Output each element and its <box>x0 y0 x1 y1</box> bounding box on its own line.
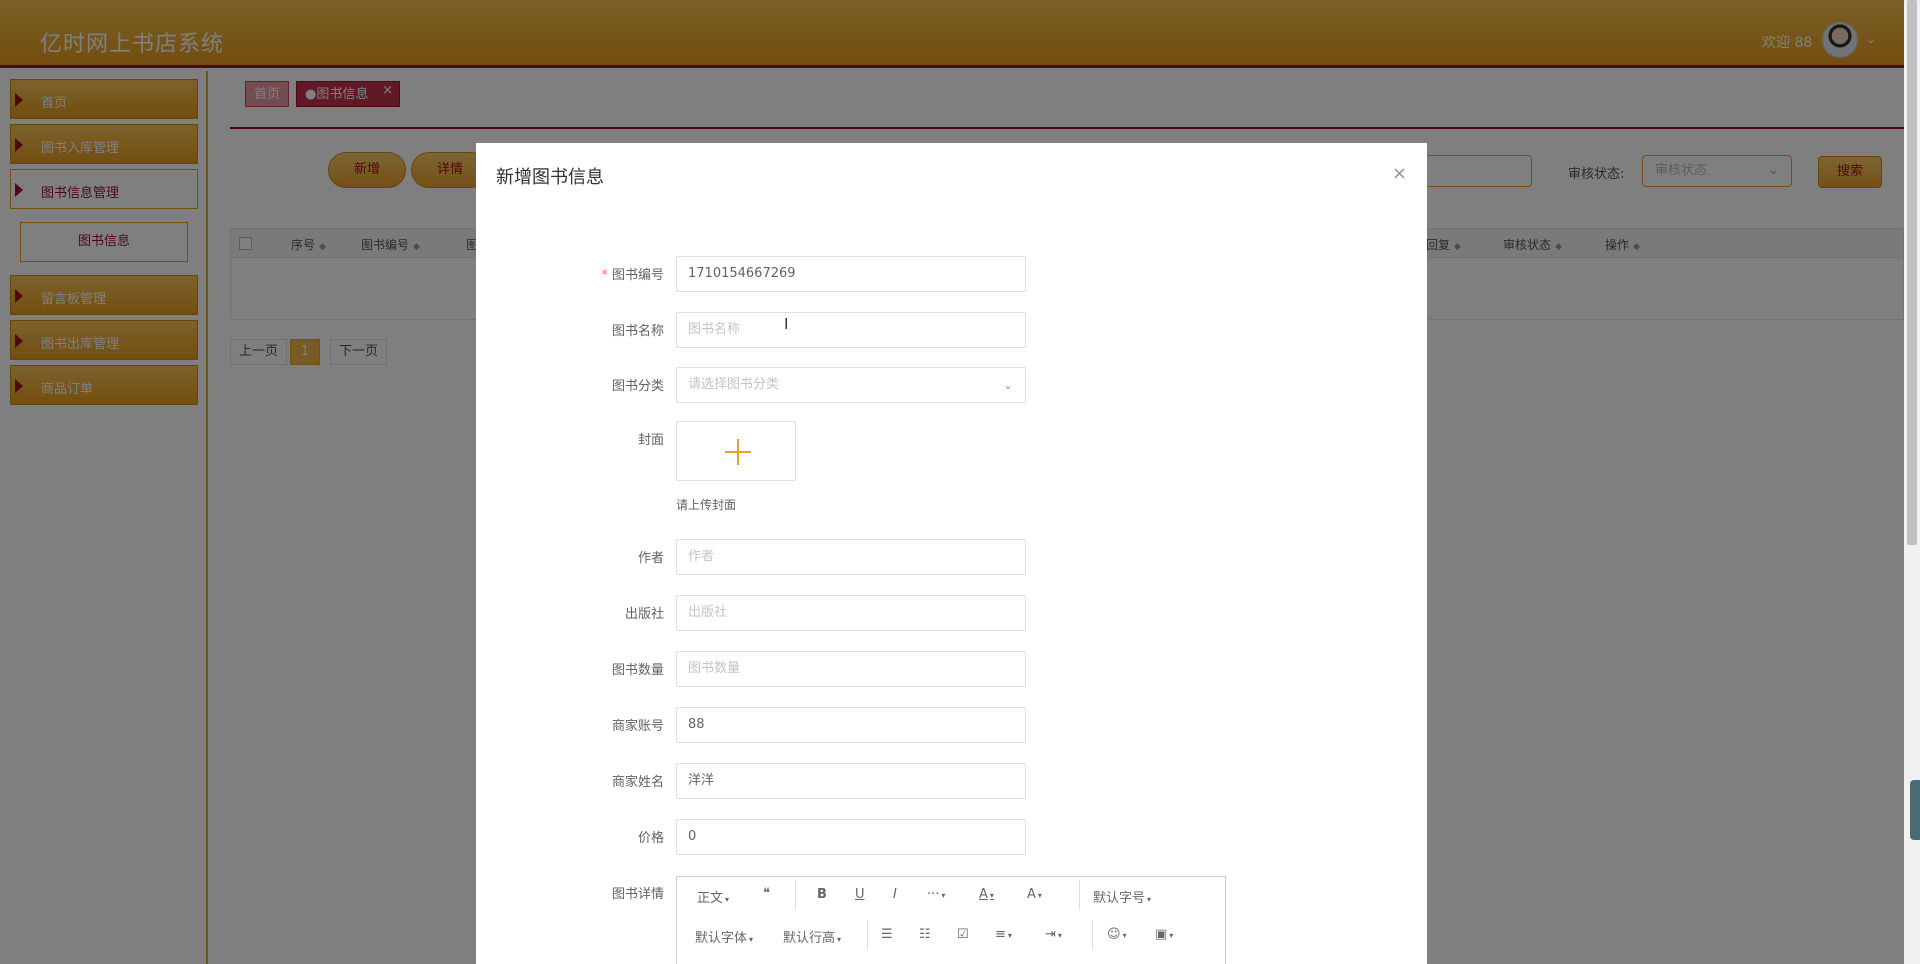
toolbar-divider <box>867 920 868 950</box>
todo-list-icon[interactable]: ☑ <box>957 927 969 942</box>
required-mark: * <box>601 268 608 283</box>
side-panel-handle[interactable] <box>1910 780 1920 840</box>
book-no-label: * 图书编号 <box>601 268 664 283</box>
author-field[interactable]: 作者 <box>676 539 1026 575</box>
rich-text-editor[interactable]: 正文 ▾ ❝ B U I ··· ▾ A ▾ A ▾ 默认字号 ▾ 默认字体 ▾ 默认行高 ▾… <box>676 876 1226 964</box>
author-label: 作者 <box>637 551 664 566</box>
more-icon[interactable]: ··· ▾ <box>927 887 945 902</box>
book-name-field[interactable]: 图书名称 <box>676 312 1026 348</box>
quantity-label: 图书数量 <box>611 663 664 678</box>
italic-icon[interactable]: I <box>893 887 897 902</box>
book-no-field[interactable]: 1710154667269 <box>676 256 1026 292</box>
quote-icon[interactable]: ❝ <box>763 886 770 901</box>
close-icon[interactable]: × <box>1392 163 1407 184</box>
text-cursor-icon: I <box>784 315 789 333</box>
background-color-icon[interactable]: A ▾ <box>1027 887 1042 902</box>
image-icon[interactable]: ▣ ▾ <box>1155 927 1173 942</box>
category-label: 图书分类 <box>611 379 664 394</box>
indent-dropdown-icon[interactable]: ⇥ ▾ <box>1045 927 1062 942</box>
scrollbar-thumb[interactable] <box>1907 0 1917 545</box>
font-family-dropdown[interactable]: 默认字体 ▾ <box>695 927 753 946</box>
quantity-field[interactable]: 图书数量 <box>676 651 1026 687</box>
line-height-dropdown[interactable]: 默认行高 ▾ <box>783 927 841 946</box>
merchant-account-field[interactable]: 88 <box>676 707 1026 743</box>
font-size-dropdown[interactable]: 默认字号 ▾ <box>1093 887 1151 906</box>
detail-label: 图书详情 <box>611 887 664 902</box>
bold-icon[interactable]: B <box>817 887 827 902</box>
toolbar-divider <box>1092 920 1093 950</box>
merchant-name-label: 商家姓名 <box>611 775 664 790</box>
app-root: 亿时网上书店系统 欢迎 88 ⌄ 首页 图书入库管理 图书信息管理 图书信息 留… <box>0 0 1920 964</box>
category-placeholder: 请选择图书分类 <box>688 377 780 392</box>
numbered-list-icon[interactable]: ☷ <box>919 927 931 942</box>
publisher-field[interactable]: 出版社 <box>676 595 1026 631</box>
publisher-label: 出版社 <box>624 607 664 622</box>
underline-icon[interactable]: U <box>855 887 865 902</box>
cover-upload-tip: 请上传封面 <box>676 498 737 512</box>
price-label: 价格 <box>637 831 664 846</box>
toolbar-divider <box>1079 880 1080 910</box>
add-book-dialog: 新增图书信息 × * 图书编号 1710154667269 图书名称 图书名称 I… <box>476 143 1427 964</box>
book-name-label: 图书名称 <box>611 324 664 339</box>
bullet-list-icon[interactable]: ☰ <box>881 927 893 942</box>
align-dropdown-icon[interactable]: ≡ ▾ <box>995 927 1012 942</box>
paragraph-format-dropdown[interactable]: 正文 ▾ <box>697 887 729 906</box>
toolbar-divider <box>795 880 796 910</box>
emoji-icon[interactable]: ☺ ▾ <box>1107 927 1127 942</box>
merchant-name-field[interactable]: 洋洋 <box>676 763 1026 799</box>
chevron-down-icon: ⌄ <box>1002 378 1013 392</box>
plus-icon <box>737 439 739 465</box>
category-select[interactable]: 请选择图书分类 ⌄ <box>676 367 1026 403</box>
cover-upload[interactable] <box>676 421 796 481</box>
dialog-title: 新增图书信息 <box>496 167 604 188</box>
font-color-icon[interactable]: A ▾ <box>979 887 994 902</box>
merchant-account-label: 商家账号 <box>611 719 664 734</box>
cover-label: 封面 <box>637 433 664 448</box>
price-field[interactable]: 0 <box>676 819 1026 855</box>
